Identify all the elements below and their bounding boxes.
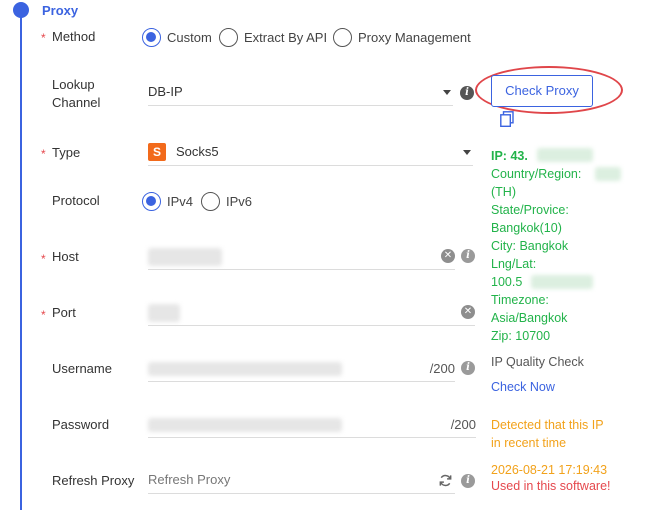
type-value: Socks5 bbox=[176, 144, 219, 159]
port-label: Port bbox=[52, 305, 76, 320]
method-option-label: Proxy Management bbox=[358, 30, 471, 45]
clear-icon[interactable]: ✕ bbox=[461, 305, 475, 319]
port-input[interactable] bbox=[148, 300, 475, 326]
type-select[interactable]: S Socks5 bbox=[148, 140, 473, 166]
host-label: Host bbox=[52, 249, 79, 264]
required-marker: * bbox=[41, 31, 46, 45]
ip-line: IP: 43. bbox=[491, 147, 641, 165]
check-proxy-button[interactable]: Check Proxy bbox=[491, 75, 593, 107]
refresh-proxy-placeholder: Refresh Proxy bbox=[148, 472, 231, 487]
timeline-dot bbox=[13, 2, 29, 18]
timeline-line bbox=[20, 10, 22, 510]
lnglat-value: 100.5 bbox=[491, 273, 641, 291]
method-proxy-management-radio[interactable]: Proxy Management bbox=[333, 28, 471, 47]
chevron-down-icon bbox=[463, 150, 471, 155]
method-option-label: Custom bbox=[167, 30, 212, 45]
lookup-channel-select[interactable]: DB-IP bbox=[148, 80, 453, 106]
username-input[interactable]: /200 bbox=[148, 356, 455, 382]
city-line: City: Bangkok bbox=[491, 239, 569, 253]
protocol-option-label: IPv6 bbox=[226, 194, 253, 209]
protocol-ipv4-radio[interactable]: IPv4 bbox=[142, 192, 193, 211]
redacted-value bbox=[148, 248, 222, 266]
timezone-value: Asia/Bangkok bbox=[491, 311, 568, 325]
protocol-option-label: IPv4 bbox=[167, 194, 194, 209]
radio-checked-icon bbox=[142, 28, 161, 47]
protocol-label: Protocol bbox=[52, 193, 100, 208]
redacted-value bbox=[537, 148, 593, 162]
clear-icon[interactable]: ✕ bbox=[441, 249, 455, 263]
redacted-value bbox=[595, 167, 621, 181]
radio-unchecked-icon bbox=[333, 28, 352, 47]
copy-icon[interactable] bbox=[500, 111, 514, 127]
radio-checked-icon bbox=[142, 192, 161, 211]
redacted-value bbox=[148, 418, 342, 432]
state-value: Bangkok(10) bbox=[491, 221, 562, 235]
socks5-icon: S bbox=[148, 143, 166, 161]
username-label: Username bbox=[52, 361, 112, 376]
lookup-channel-label: Lookup Channel bbox=[52, 77, 101, 110]
detection-timestamp: 2026-08-21 17:19:43 bbox=[491, 463, 608, 477]
host-input[interactable] bbox=[148, 244, 455, 270]
country-value: (TH) bbox=[491, 185, 516, 199]
ip-quality-label: IP Quality Check bbox=[491, 355, 584, 369]
method-extract-api-radio[interactable]: Extract By API bbox=[219, 28, 327, 47]
redacted-value bbox=[148, 362, 342, 376]
chevron-down-icon bbox=[443, 90, 451, 95]
required-marker: * bbox=[41, 147, 46, 161]
info-icon[interactable]: i bbox=[460, 86, 474, 100]
password-counter: /200 bbox=[450, 417, 476, 432]
detection-notice: Detected that this IP in recent time 202… bbox=[491, 416, 641, 479]
info-icon[interactable]: i bbox=[461, 249, 475, 263]
section-title: Proxy bbox=[42, 3, 79, 18]
state-label: State/Provice: bbox=[491, 203, 569, 217]
password-label: Password bbox=[52, 417, 110, 432]
password-input[interactable]: /200 bbox=[148, 412, 476, 438]
username-counter: /200 bbox=[429, 361, 455, 376]
radio-unchecked-icon bbox=[201, 192, 220, 211]
used-warning: Used in this software! bbox=[491, 479, 611, 493]
refresh-icon[interactable] bbox=[438, 473, 453, 488]
method-label: Method bbox=[52, 29, 96, 44]
required-marker: * bbox=[41, 252, 46, 266]
redacted-value bbox=[531, 275, 593, 289]
info-icon[interactable]: i bbox=[461, 474, 475, 488]
type-label: Type bbox=[52, 145, 81, 160]
zip-line: Zip: 10700 bbox=[491, 329, 551, 343]
info-icon[interactable]: i bbox=[461, 361, 475, 375]
method-option-label: Extract By API bbox=[244, 30, 328, 45]
refresh-proxy-label: Refresh Proxy bbox=[52, 473, 135, 488]
required-marker: * bbox=[41, 308, 46, 322]
lookup-channel-value: DB-IP bbox=[148, 84, 183, 99]
refresh-proxy-input[interactable]: Refresh Proxy bbox=[148, 468, 455, 494]
protocol-ipv6-radio[interactable]: IPv6 bbox=[201, 192, 252, 211]
timezone-label: Timezone: bbox=[491, 293, 549, 307]
country-label: Country/Region: bbox=[491, 165, 641, 183]
method-custom-radio[interactable]: Custom bbox=[142, 28, 212, 47]
redacted-value bbox=[148, 304, 180, 322]
radio-unchecked-icon bbox=[219, 28, 238, 47]
ip-info-panel: IP: 43. Country/Region: (TH) State/Provi… bbox=[491, 147, 641, 345]
check-now-link[interactable]: Check Now bbox=[491, 380, 555, 394]
lnglat-label: Lng/Lat: bbox=[491, 257, 537, 271]
